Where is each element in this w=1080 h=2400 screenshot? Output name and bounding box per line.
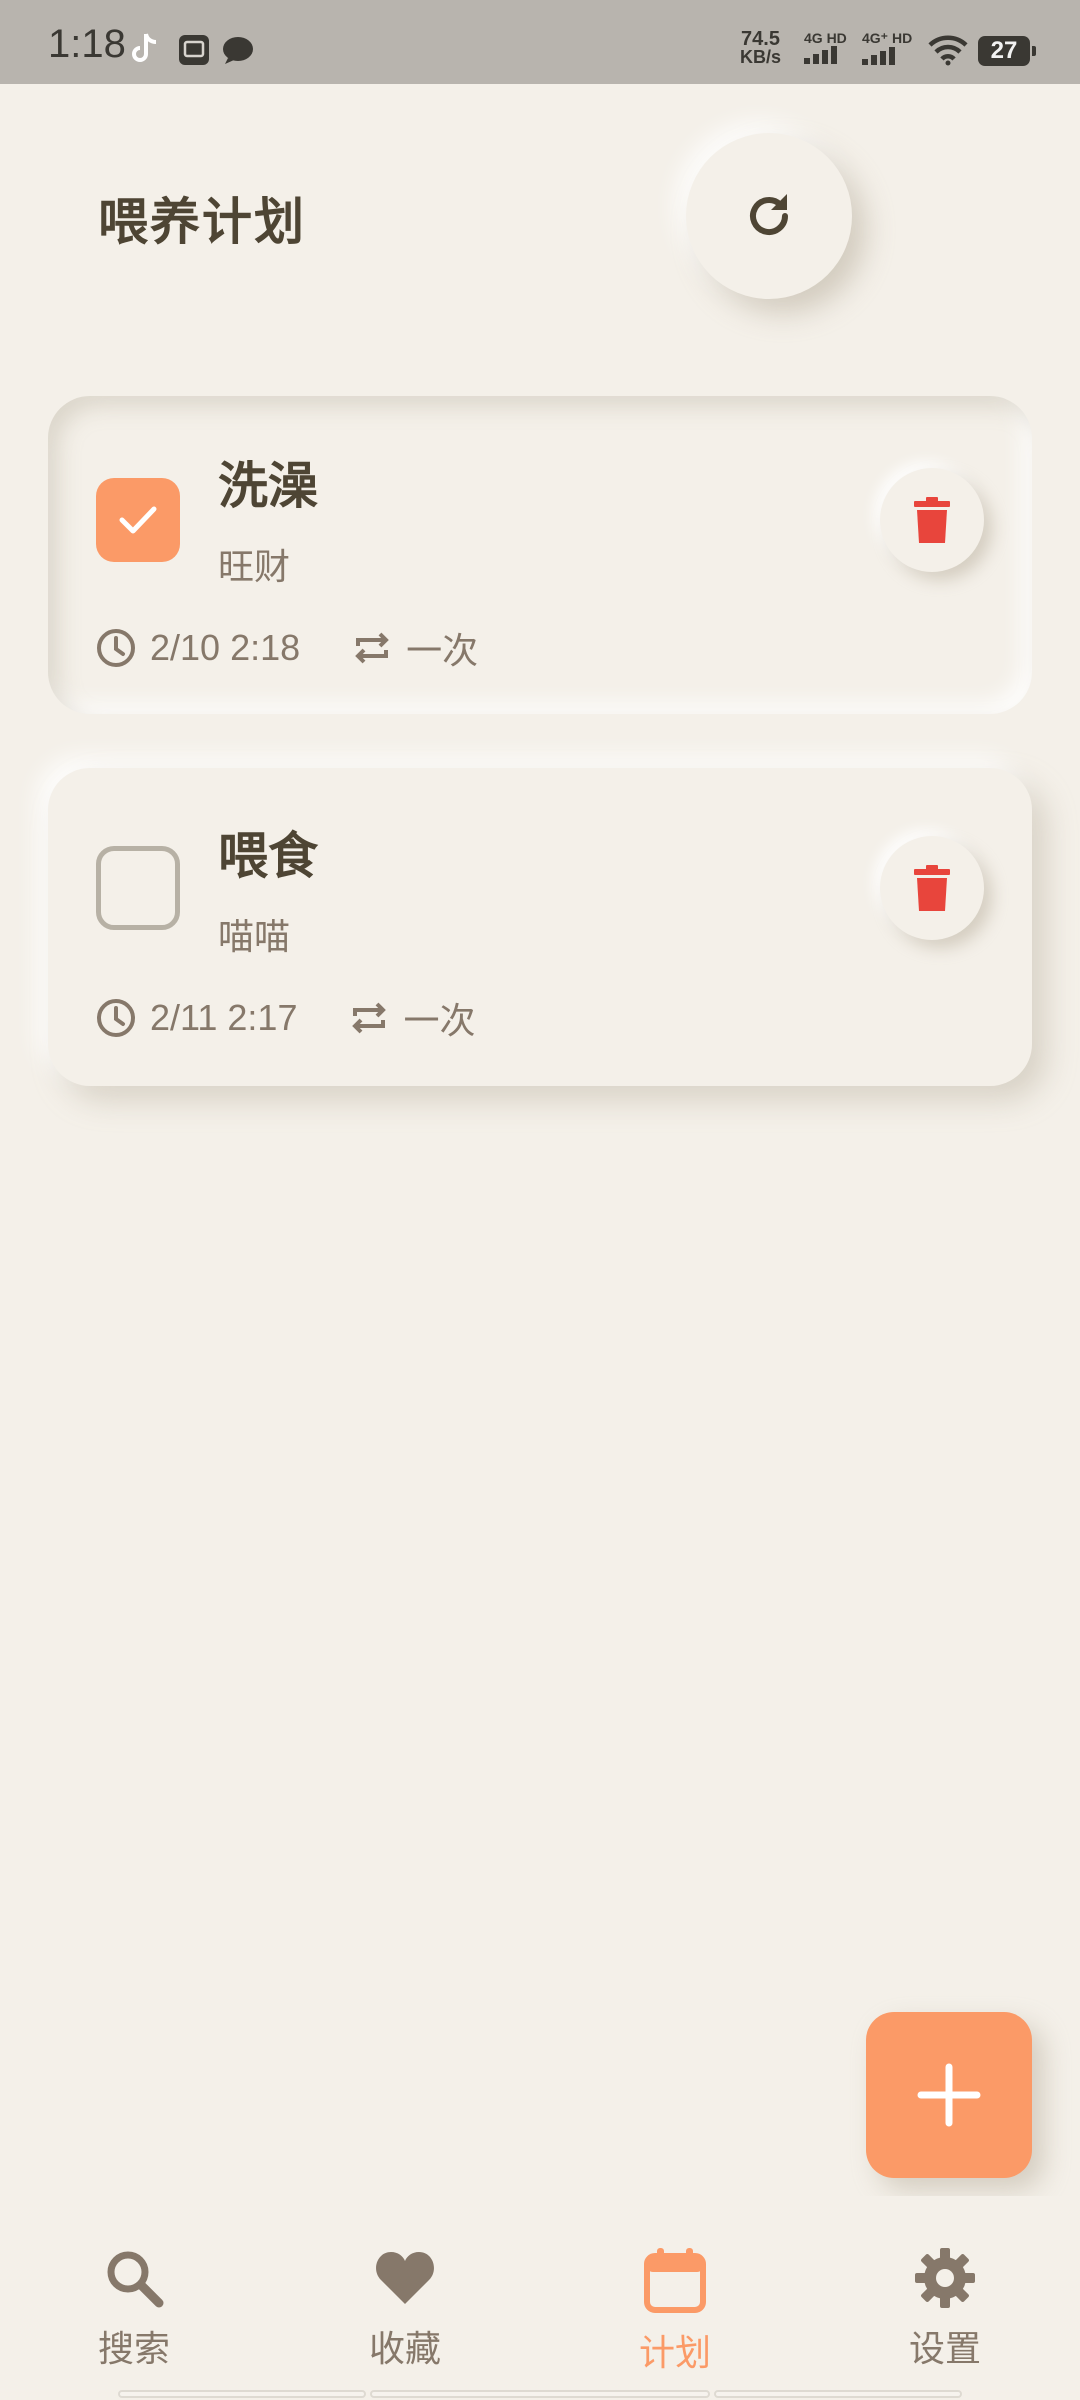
task-repeat: 一次 xyxy=(403,1000,476,1041)
delete-button[interactable] xyxy=(880,468,984,572)
task-pet-name: 旺财 xyxy=(218,547,291,588)
clock-icon xyxy=(96,998,136,1038)
clock-icon xyxy=(96,628,136,668)
home-indicator xyxy=(370,2390,710,2398)
task-checkbox-checked[interactable] xyxy=(96,478,180,562)
nav-item-plan[interactable]: 计划 xyxy=(585,2246,765,2376)
refresh-icon xyxy=(750,194,788,235)
task-repeat: 一次 xyxy=(406,630,479,671)
tiktok-icon xyxy=(130,32,160,70)
task-pet-name: 喵喵 xyxy=(218,917,291,958)
sim1-signal: 4G HD xyxy=(804,30,847,67)
nav-item-search[interactable]: 搜索 xyxy=(44,2246,224,2372)
search-icon xyxy=(107,2251,164,2308)
sim1-label: 4G HD xyxy=(804,30,847,46)
repeat-icon xyxy=(352,628,392,668)
delete-button[interactable] xyxy=(880,836,984,940)
nav-label: 搜索 xyxy=(97,2329,170,2370)
wifi-icon xyxy=(928,34,968,70)
signal-bars-icon xyxy=(804,46,837,64)
task-checkbox-unchecked[interactable] xyxy=(96,846,180,930)
page-title: 喂养计划 xyxy=(98,193,306,251)
nav-label: 设置 xyxy=(908,2329,981,2370)
home-indicator xyxy=(118,2390,366,2398)
nav-label: 计划 xyxy=(638,2333,711,2374)
app-notification-icon xyxy=(178,34,210,70)
task-card[interactable]: 喂食 喵喵 2/11 2:17 一次 xyxy=(48,768,1032,1086)
refresh-button[interactable] xyxy=(686,133,852,299)
nav-label: 收藏 xyxy=(368,2329,441,2370)
network-speed-value: 74.5 xyxy=(741,28,780,50)
repeat-icon xyxy=(349,998,389,1038)
bottom-nav: 搜索 收藏 计划 设置 xyxy=(0,2196,1080,2400)
task-meta: 2/10 2:18 一次 xyxy=(96,622,478,674)
gear-icon xyxy=(915,2248,975,2308)
home-indicator xyxy=(714,2390,962,2398)
task-time: 2/11 2:17 xyxy=(150,997,298,1038)
calendar-icon xyxy=(644,2248,706,2313)
task-card[interactable]: 洗澡 旺财 2/10 2:18 一次 xyxy=(48,396,1032,714)
task-title: 喂食 xyxy=(218,827,318,885)
task-meta: 2/11 2:17 一次 xyxy=(96,992,475,1044)
message-icon xyxy=(222,36,254,68)
task-time: 2/10 2:18 xyxy=(150,627,301,668)
sim2-signal: 4G⁺ HD xyxy=(862,30,912,68)
plus-icon xyxy=(917,2063,981,2127)
signal-bars-icon xyxy=(862,47,895,65)
add-plan-button[interactable] xyxy=(866,2012,1032,2178)
trash-icon xyxy=(914,865,950,911)
network-speed: 74.5 KB/s xyxy=(740,28,782,67)
sim2-label: 4G⁺ HD xyxy=(862,30,913,46)
trash-icon xyxy=(914,497,950,543)
status-bar: 1:18 74.5 KB/s 4G HD 4G⁺ HD 27 xyxy=(0,0,1080,84)
status-time: 1:18 xyxy=(48,22,126,66)
check-icon xyxy=(119,506,157,534)
battery-indicator: 27 xyxy=(978,36,1036,66)
network-speed-unit: KB/s xyxy=(740,47,782,67)
task-title: 洗澡 xyxy=(218,457,318,515)
nav-item-settings[interactable]: 设置 xyxy=(855,2246,1035,2372)
heart-icon xyxy=(376,2252,434,2304)
nav-item-favorites[interactable]: 收藏 xyxy=(315,2246,495,2372)
